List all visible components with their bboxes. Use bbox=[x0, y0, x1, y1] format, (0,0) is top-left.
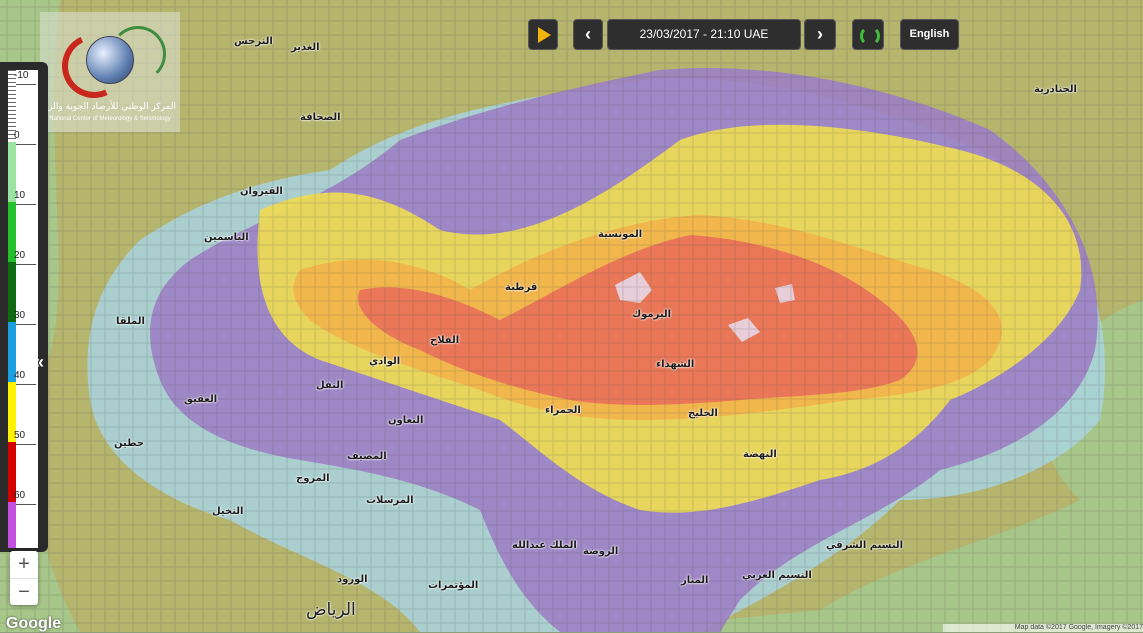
place-label: الروضة bbox=[583, 546, 619, 557]
google-logo: Google bbox=[6, 615, 62, 632]
play-button[interactable] bbox=[528, 19, 558, 50]
place-label: قرطبة bbox=[505, 282, 538, 293]
logo: المركز الوطني للأرصاد الجوية والزلازل Na… bbox=[32, 12, 180, 132]
language-toggle-button[interactable]: English bbox=[900, 19, 959, 50]
place-label: العقيق bbox=[184, 394, 218, 405]
place-label: الحمراء bbox=[545, 405, 581, 416]
place-label: الصحافة bbox=[300, 112, 341, 123]
date-time-display: 23/03/2017 - 21:10 UAE bbox=[607, 19, 801, 50]
zoom-out-button[interactable]: − bbox=[10, 579, 38, 606]
legend-scale: -10 0 10 20 30 40 50 60 bbox=[8, 70, 38, 548]
place-label: الشهداء bbox=[656, 359, 695, 370]
globe-icon bbox=[86, 36, 134, 84]
place-label: النهضة bbox=[743, 449, 777, 460]
legend-label: 0 bbox=[14, 130, 20, 141]
map-attribution[interactable]: Map data ©2017 Google, Imagery ©2017 bbox=[943, 624, 1143, 632]
place-label: الملك عبدالله bbox=[512, 540, 577, 551]
place-label: المؤتمرات bbox=[428, 580, 479, 591]
place-label: الوادي bbox=[369, 356, 401, 367]
place-label: الجنادرية bbox=[1034, 84, 1077, 95]
place-label: المنار bbox=[681, 575, 709, 586]
place-label: النفل bbox=[316, 380, 344, 391]
next-frame-button[interactable]: › bbox=[804, 19, 836, 50]
place-label: النرجس bbox=[234, 36, 273, 47]
place-label: النسيم الغربي bbox=[742, 570, 812, 581]
legend-label: 40 bbox=[14, 370, 26, 381]
chevron-right-icon: › bbox=[817, 24, 823, 44]
logo-english-text: National Center of Meteorology & Seismol… bbox=[49, 116, 171, 122]
legend-band bbox=[8, 502, 16, 548]
legend-label: 10 bbox=[14, 190, 26, 201]
legend-label: 20 bbox=[14, 250, 26, 261]
place-label: التعاون bbox=[388, 415, 424, 426]
place-label: المونسية bbox=[598, 229, 643, 240]
place-label: الخليج bbox=[688, 408, 718, 419]
place-label: الورود bbox=[337, 574, 368, 585]
place-label: النسيم الشرقي bbox=[826, 540, 904, 551]
place-label: القيروان bbox=[240, 186, 283, 197]
refresh-icon bbox=[860, 26, 880, 46]
zoom-control: + − bbox=[10, 551, 38, 605]
chevron-left-icon: ‹ bbox=[585, 24, 591, 44]
refresh-button[interactable] bbox=[852, 19, 884, 50]
place-label: المصيف bbox=[347, 451, 387, 462]
legend-label: 50 bbox=[14, 430, 26, 441]
place-label: المروج bbox=[296, 473, 330, 484]
place-label-city: الرياض bbox=[306, 600, 356, 620]
zoom-in-button[interactable]: + bbox=[10, 551, 38, 579]
collapse-legend-icon[interactable]: « bbox=[34, 352, 44, 373]
place-label: الملقا bbox=[116, 316, 145, 327]
place-label: حطين bbox=[114, 438, 145, 449]
place-label: اليرموك bbox=[632, 309, 672, 320]
legend-label: 60 bbox=[14, 490, 26, 501]
legend-label: 30 bbox=[14, 310, 26, 321]
legend-label: -10 bbox=[14, 70, 29, 81]
place-label: الفلاح bbox=[430, 335, 460, 346]
previous-frame-button[interactable]: ‹ bbox=[573, 19, 603, 50]
place-label: النخيل bbox=[212, 506, 244, 517]
place-label: المرسلات bbox=[366, 495, 414, 506]
legend-panel: -10 0 10 20 30 40 50 60 « bbox=[0, 62, 48, 552]
place-label: الغدير bbox=[291, 42, 320, 53]
place-label: الياسمين bbox=[204, 232, 249, 243]
play-icon bbox=[538, 27, 551, 43]
logo-arabic-text: المركز الوطني للأرصاد الجوية والزلازل bbox=[32, 102, 176, 112]
